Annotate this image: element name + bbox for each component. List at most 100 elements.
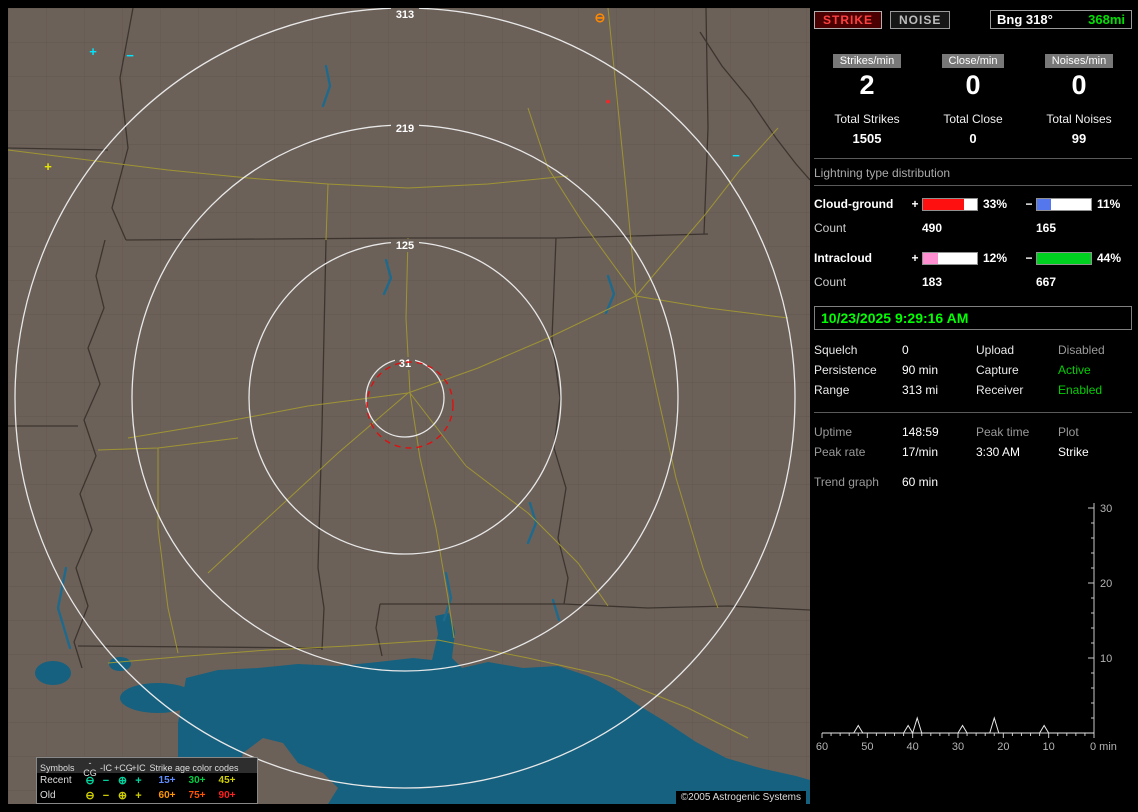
noises-per-min-label: Noises/min [1044, 54, 1114, 68]
range-row: Range 313 mi Receiver Enabled [814, 380, 1132, 400]
capture-label: Capture [976, 363, 1019, 377]
svg-text:60: 60 [816, 741, 828, 753]
upload-status: Disabled [1058, 343, 1105, 357]
receiver-label: Receiver [976, 383, 1024, 397]
squelch-row: Squelch 0 Upload Disabled [814, 340, 1132, 360]
strikes-per-min-value: 2 [859, 70, 875, 100]
ring-label-313: 313 [396, 9, 414, 21]
app-window: 313 219 125 31 + − + − ⊖ • Symbols -CG -IC +C… [0, 0, 1138, 812]
map-canvas[interactable]: 313 219 125 31 + −+−⊖• [8, 8, 810, 804]
svg-text:•: • [606, 94, 611, 109]
dist-neg-fill-1 [1037, 252, 1091, 264]
map-area[interactable]: 313 219 125 31 + − + − ⊖ • Symbols -CG -IC +C… [8, 8, 810, 804]
legend-age-header: Strike age color codes [149, 763, 239, 773]
persistence-label: Persistence [814, 363, 877, 377]
trend-chart: 10 20 30 60 50 40 30 20 10 0 min [816, 503, 1117, 753]
cloud-ground-neg-count: 165 [1036, 221, 1057, 235]
intracloud-neg-count: 667 [1036, 275, 1057, 289]
cloud-ground-pos-bar [922, 197, 978, 211]
plus-sign: + [911, 251, 919, 265]
intracloud-neg-pct: 44% [1097, 251, 1122, 265]
divider [814, 185, 1132, 186]
neg-cg-icon: ⊖ [85, 775, 95, 787]
divider [814, 158, 1132, 159]
legend-col-pos-ic: +IC [131, 763, 146, 773]
copyright-label: ©2005 Astrogenic Systems [675, 791, 806, 804]
total-noises-value: 99 [1071, 131, 1087, 146]
bearing-value: Bng 318° [997, 12, 1053, 27]
map-legend: Symbols -CG -IC +CG +IC Strike age color… [36, 757, 258, 804]
receiver-status: Enabled [1058, 383, 1103, 397]
noises-per-min-value: 0 [1071, 70, 1087, 100]
age-15: 15+ [158, 775, 176, 786]
intracloud-count-row: Count 183 667 [814, 270, 1132, 294]
noises-per-min-column: Noises/min 0 Total Noises 99 [1026, 53, 1132, 146]
trend-row: Trend graph 60 min [814, 472, 1132, 492]
ring-label-219: 219 [396, 123, 414, 135]
strike-mode-button[interactable]: STRIKE [814, 10, 883, 29]
bearing-range: 368mi [1088, 12, 1125, 27]
legend-col-pos-cg: +CG [114, 763, 133, 773]
pos-cg-old-icon: ⊕ [117, 790, 128, 802]
minus-sign: − [1025, 251, 1033, 265]
age-30: 30+ [188, 775, 206, 786]
datetime-display: 10/23/2025 9:29:16 AM [814, 306, 1132, 330]
legend-recent-row: Recent ⊖ − ⊕ + 15+ 30+ 45+ [37, 773, 257, 788]
pos-ic-old-icon: + [135, 789, 142, 802]
svg-text:⊖: ⊖ [595, 10, 606, 25]
total-noises-label: Total Noises [1046, 112, 1112, 126]
pos-cg-icon: ⊕ [117, 775, 128, 787]
peak-rate-row: Peak rate 17/min 3:30 AM Strike [814, 442, 1132, 462]
trend-window-value: 60 min [902, 475, 939, 489]
cloud-ground-row: Cloud-ground + 33% − 11% [814, 192, 1132, 216]
strikes-per-min-column: Strikes/min 2 Total Strikes 1505 [814, 53, 920, 146]
intracloud-neg-bar [1036, 251, 1092, 265]
svg-text:10: 10 [1100, 653, 1112, 665]
capture-status: Active [1058, 363, 1091, 377]
intracloud-pos-pct: 12% [983, 251, 1008, 265]
pos-ic-icon: + [135, 774, 142, 787]
neg-ic-old-icon: − [102, 789, 110, 802]
age-75: 75+ [188, 790, 206, 801]
peak-rate-value: 17/min [902, 445, 939, 459]
intracloud-row: Intracloud + 12% − 44% [814, 246, 1132, 270]
intracloud-pos-bar [922, 251, 978, 265]
uptime-row: Uptime 148:59 Peak time Plot [814, 422, 1132, 442]
legend-col-neg-ic: -IC [100, 763, 112, 773]
svg-text:50: 50 [861, 741, 873, 753]
plot-label: Plot [1058, 425, 1079, 439]
cloud-ground-pos-count: 490 [922, 221, 943, 235]
info-block: Uptime 148:59 Peak time Plot Peak rate 1… [814, 422, 1132, 492]
ring-label-31: 31 [399, 358, 411, 370]
noise-mode-button[interactable]: NOISE [890, 10, 951, 29]
neg-ic-icon: − [102, 774, 110, 787]
svg-text:40: 40 [907, 741, 919, 753]
divider [814, 412, 1132, 413]
peak-time-value: 3:30 AM [976, 445, 1021, 459]
cloud-ground-neg-pct: 11% [1097, 197, 1121, 211]
distribution-title: Lightning type distribution [814, 166, 951, 180]
dist-pos-fill-1 [923, 252, 938, 264]
strikes-per-min-label: Strikes/min [832, 54, 902, 68]
range-label: Range [814, 383, 850, 397]
close-per-min-column: Close/min 0 Total Close 0 [920, 53, 1026, 146]
squelch-label: Squelch [814, 343, 858, 357]
trend-chart-container: 10 20 30 60 50 40 30 20 10 0 min [814, 496, 1132, 761]
squelch-value: 0 [902, 343, 909, 357]
peak-time-label: Peak time [976, 425, 1030, 439]
legend-old-label: Old [40, 790, 56, 801]
total-close-value: 0 [969, 131, 977, 146]
cloud-ground-count-row: Count 490 165 [814, 216, 1132, 240]
total-close-label: Total Close [943, 112, 1003, 126]
svg-text:20: 20 [1100, 578, 1112, 590]
svg-text:20: 20 [997, 741, 1009, 753]
cloud-ground-pos-pct: 33% [983, 197, 1008, 211]
total-strikes-value: 1505 [852, 131, 882, 146]
count-label: Count [814, 275, 847, 289]
age-45: 45+ [218, 775, 236, 786]
bearing-display: Bng 318° 368mi [990, 10, 1132, 29]
close-per-min-value: 0 [965, 70, 981, 100]
persistence-row: Persistence 90 min Capture Active [814, 360, 1132, 380]
plus-sign: + [911, 197, 919, 211]
uptime-value: 148:59 [902, 425, 939, 439]
